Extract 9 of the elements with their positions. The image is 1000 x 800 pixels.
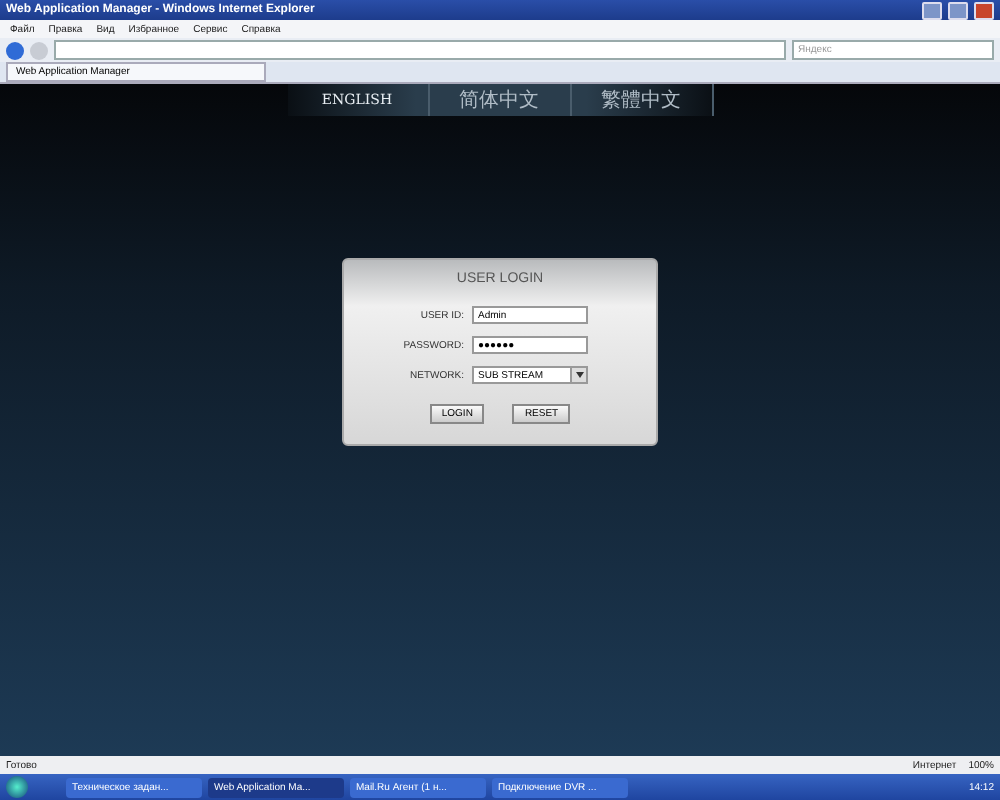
close-button[interactable] — [974, 1, 994, 19]
start-button[interactable] — [6, 776, 28, 798]
back-button[interactable] — [6, 41, 24, 59]
caret-icon — [575, 372, 583, 378]
language-link[interactable]: 繁體中文 — [571, 84, 713, 116]
minimize-button[interactable] — [922, 1, 942, 19]
address-field[interactable] — [54, 40, 786, 60]
maximize-button[interactable] — [948, 1, 968, 19]
language-link[interactable]: 简体中文 — [429, 84, 571, 116]
